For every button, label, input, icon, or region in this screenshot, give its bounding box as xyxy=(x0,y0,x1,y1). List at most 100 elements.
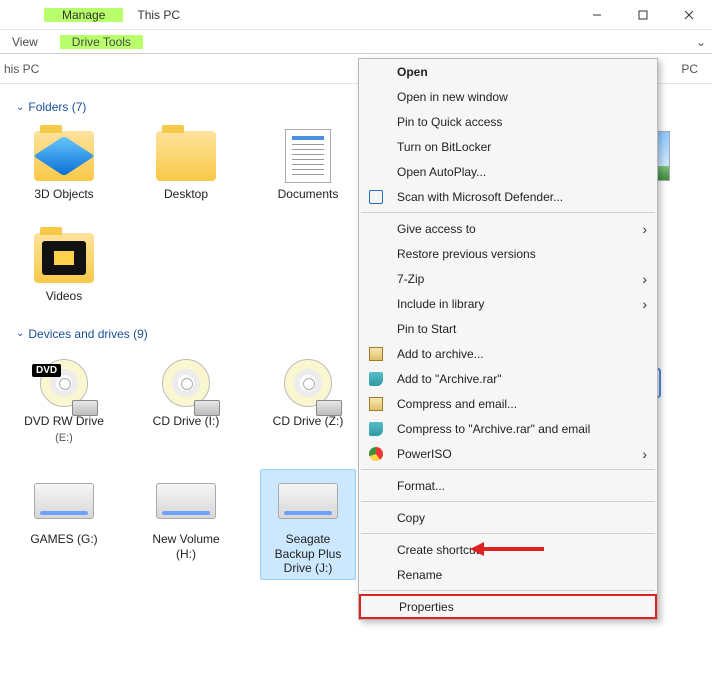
menu-item-scan-with-microsoft-defender[interactable]: Scan with Microsoft Defender... xyxy=(359,184,657,209)
menu-separator xyxy=(361,469,655,470)
menu-item-7-zip[interactable]: 7-Zip xyxy=(359,266,657,291)
menu-separator xyxy=(361,590,655,591)
breadcrumb-right: PC xyxy=(681,62,698,76)
drive-games[interactable]: GAMES (G:) xyxy=(16,469,112,580)
drive-cd-i[interactable]: CD Drive (I:) xyxy=(138,351,234,449)
tab-drive-tools[interactable]: Drive Tools xyxy=(60,35,143,49)
poweriso-icon xyxy=(367,445,385,463)
menu-item-open[interactable]: Open xyxy=(359,59,657,84)
menu-item-label: Rename xyxy=(397,568,442,582)
context-menu: Open Open in new window Pin to Quick acces… xyxy=(358,58,658,620)
cube-icon xyxy=(34,131,94,181)
titlebar: Manage This PC xyxy=(0,0,712,30)
annotation-arrow xyxy=(470,542,544,556)
menu-item-label: Give access to xyxy=(397,222,476,236)
menu-separator xyxy=(361,533,655,534)
item-label: 3D Objects xyxy=(21,187,107,201)
menu-item-label: PowerISO xyxy=(397,447,452,461)
manage-contextual-tab[interactable]: Manage xyxy=(44,8,123,22)
menu-item-label: Add to "Archive.rar" xyxy=(397,372,502,386)
minimize-button[interactable] xyxy=(574,0,620,30)
archive-icon xyxy=(367,345,385,363)
folder-videos[interactable]: Videos xyxy=(16,226,112,308)
folder-icon xyxy=(34,233,94,283)
item-label: Seagate Backup Plus Drive (J:) xyxy=(265,532,351,575)
drive-icon xyxy=(316,400,342,416)
drive-seagate-backup[interactable]: Seagate Backup Plus Drive (J:) xyxy=(260,469,356,580)
menu-item-label: Open xyxy=(397,65,428,79)
drive-dvd-rw[interactable]: DVD DVD RW Drive (E:) xyxy=(16,351,112,449)
menu-item-label: Copy xyxy=(397,511,425,525)
document-icon xyxy=(285,129,331,183)
menu-item-pin-to-quick-access[interactable]: Pin to Quick access xyxy=(359,109,657,134)
menu-item-label: Turn on BitLocker xyxy=(397,140,491,154)
menu-item-add-to-archive[interactable]: Add to archive... xyxy=(359,341,657,366)
menu-item-label: Format... xyxy=(397,479,445,493)
menu-item-label: Pin to Start xyxy=(397,322,456,336)
item-label: Desktop xyxy=(143,187,229,201)
item-label: Documents xyxy=(265,187,351,201)
books-icon xyxy=(367,370,385,388)
ribbon-tabs: View Drive Tools ⌄ xyxy=(0,30,712,54)
menu-item-label: Open AutoPlay... xyxy=(397,165,486,179)
drive-icon xyxy=(72,400,98,416)
menu-item-label: Open in new window xyxy=(397,90,508,104)
menu-separator xyxy=(361,212,655,213)
item-label: GAMES (G:) xyxy=(21,532,107,546)
drive-icon xyxy=(194,400,220,416)
chevron-down-icon: ⌄ xyxy=(16,328,24,339)
menu-item-label: Properties xyxy=(399,600,454,614)
menu-item-label: Compress and email... xyxy=(397,397,517,411)
menu-separator xyxy=(361,501,655,502)
menu-item-copy[interactable]: Copy xyxy=(359,505,657,530)
menu-item-label: Create shortcut xyxy=(397,543,479,557)
menu-item-rename[interactable]: Rename xyxy=(359,562,657,587)
item-label: CD Drive (I:) xyxy=(143,414,229,428)
menu-item-label: Compress to "Archive.rar" and email xyxy=(397,422,590,436)
hdd-icon xyxy=(34,483,94,519)
menu-item-label: Scan with Microsoft Defender... xyxy=(397,190,563,204)
menu-item-restore-previous-versions[interactable]: Restore previous versions xyxy=(359,241,657,266)
menu-item-include-in-library[interactable]: Include in library xyxy=(359,291,657,316)
hdd-icon xyxy=(278,483,338,519)
tab-view[interactable]: View xyxy=(0,35,50,49)
maximize-button[interactable] xyxy=(620,0,666,30)
window-controls xyxy=(574,0,712,30)
menu-item-label: Restore previous versions xyxy=(397,247,536,261)
menu-item-label: Pin to Quick access xyxy=(397,115,502,129)
menu-item-properties[interactable]: Properties xyxy=(359,594,657,619)
breadcrumb-location: his PC xyxy=(4,62,39,76)
drive-new-volume[interactable]: New Volume (H:) xyxy=(138,469,234,580)
menu-item-compress-and-email[interactable]: Compress and email... xyxy=(359,391,657,416)
manage-label: Manage xyxy=(62,8,105,22)
chevron-down-icon: ⌄ xyxy=(16,102,24,113)
menu-item-label: Add to archive... xyxy=(397,347,484,361)
archive-icon xyxy=(367,395,385,413)
item-label: New Volume (H:) xyxy=(143,532,229,561)
menu-item-give-access-to[interactable]: Give access to xyxy=(359,216,657,241)
ribbon-collapse-icon[interactable]: ⌄ xyxy=(696,35,706,49)
dvd-badge: DVD xyxy=(32,364,61,377)
menu-item-label: Include in library xyxy=(397,297,484,311)
drive-cd-z[interactable]: CD Drive (Z:) xyxy=(260,351,356,449)
menu-item-compress-to-archive-rar-and-email[interactable]: Compress to "Archive.rar" and email xyxy=(359,416,657,441)
menu-item-format[interactable]: Format... xyxy=(359,473,657,498)
close-button[interactable] xyxy=(666,0,712,30)
item-label: DVD RW Drive xyxy=(21,414,107,428)
folder-3d-objects[interactable]: 3D Objects xyxy=(16,124,112,206)
defender-icon xyxy=(367,188,385,206)
folder-icon xyxy=(156,131,216,181)
menu-item-open-in-new-window[interactable]: Open in new window xyxy=(359,84,657,109)
menu-item-turn-on-bitlocker[interactable]: Turn on BitLocker xyxy=(359,134,657,159)
hdd-icon xyxy=(156,483,216,519)
window-title: This PC xyxy=(137,8,180,22)
section-label: Folders (7) xyxy=(28,100,86,114)
menu-item-pin-to-start[interactable]: Pin to Start xyxy=(359,316,657,341)
books-icon xyxy=(367,420,385,438)
menu-item-open-autoplay[interactable]: Open AutoPlay... xyxy=(359,159,657,184)
menu-item-poweriso[interactable]: PowerISO xyxy=(359,441,657,466)
folder-desktop[interactable]: Desktop xyxy=(138,124,234,206)
section-label: Devices and drives (9) xyxy=(28,327,147,341)
menu-item-add-to-archive-rar[interactable]: Add to "Archive.rar" xyxy=(359,366,657,391)
folder-documents[interactable]: Documents xyxy=(260,124,356,206)
